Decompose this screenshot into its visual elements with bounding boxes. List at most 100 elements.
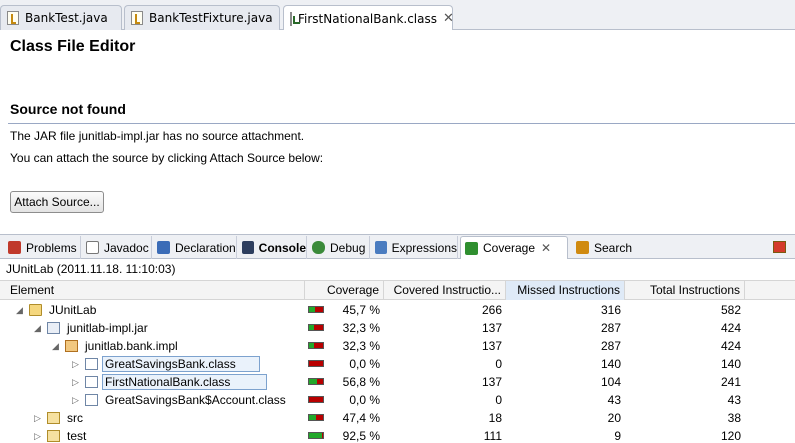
expressions-icon bbox=[375, 241, 387, 254]
covered-value: 0 bbox=[495, 393, 502, 407]
tab-coverage[interactable]: Coverage ✕ bbox=[460, 236, 568, 259]
tab-label: Javadoc bbox=[104, 240, 149, 255]
missed-value: 20 bbox=[607, 411, 621, 425]
coverage-table-header: Element Coverage Covered Instructio... M… bbox=[0, 280, 795, 300]
at-icon bbox=[86, 241, 99, 254]
coverage-value: 32,3 % bbox=[342, 339, 380, 353]
total-value: 424 bbox=[720, 321, 741, 335]
expand-twisty-icon[interactable]: ▷ bbox=[72, 373, 79, 391]
close-icon[interactable]: ✕ bbox=[443, 11, 454, 26]
column-total-instructions[interactable]: Total Instructions bbox=[625, 281, 745, 300]
class-file-icon bbox=[85, 376, 98, 388]
tab-problems[interactable]: Problems bbox=[4, 236, 81, 259]
table-row[interactable]: ▷ GreatSavingsBank$Account.class 0,0 % 0 43 4… bbox=[0, 391, 795, 409]
editor-tab-bar: BankTest.java BankTestFixture.java First… bbox=[0, 0, 795, 31]
expand-twisty-icon[interactable]: ◢ bbox=[16, 301, 23, 319]
tab-console[interactable]: Console bbox=[238, 236, 307, 259]
tab-search[interactable]: Search bbox=[572, 236, 638, 259]
expand-twisty-icon[interactable]: ◢ bbox=[52, 337, 59, 355]
tab-banktestfixture-java[interactable]: BankTestFixture.java bbox=[124, 5, 280, 30]
covered-value: 137 bbox=[481, 321, 502, 335]
tab-firstnationalbank-class[interactable]: FirstNationalBank.class ✕ bbox=[283, 5, 454, 31]
class-file-icon bbox=[85, 394, 98, 406]
expand-twisty-icon[interactable]: ▷ bbox=[72, 355, 79, 373]
expand-twisty-icon[interactable]: ▷ bbox=[72, 391, 79, 409]
tab-banktest-java[interactable]: BankTest.java bbox=[0, 5, 122, 30]
tab-label: Expressions bbox=[391, 240, 457, 255]
missed-value: 287 bbox=[600, 339, 621, 353]
tab-debug[interactable]: Debug bbox=[308, 236, 370, 259]
expand-twisty-icon[interactable]: ▷ bbox=[34, 427, 41, 443]
coverage-value: 47,4 % bbox=[342, 411, 380, 425]
close-icon[interactable]: ✕ bbox=[541, 241, 551, 255]
expand-twisty-icon[interactable]: ▷ bbox=[34, 409, 41, 427]
search-icon bbox=[576, 241, 589, 254]
message-line-1: The JAR file junitlab-impl.jar has no so… bbox=[10, 129, 305, 143]
tab-label: FirstNationalBank.class bbox=[298, 11, 438, 26]
column-missed-instructions[interactable]: Missed Instructions bbox=[506, 281, 625, 300]
package-icon bbox=[65, 340, 78, 352]
total-value: 582 bbox=[720, 303, 741, 317]
class-file-icon bbox=[85, 358, 98, 370]
view-tab-bar: Problems Javadoc Declaration Console Deb… bbox=[0, 234, 795, 259]
column-element[interactable]: Element bbox=[0, 281, 305, 300]
tab-label: Console bbox=[258, 240, 306, 255]
total-value: 424 bbox=[720, 339, 741, 353]
java-file-icon bbox=[7, 11, 19, 25]
element-name: junitlab.bank.impl bbox=[85, 339, 178, 353]
covered-value: 111 bbox=[483, 429, 502, 443]
tab-label: BankTest.java bbox=[25, 11, 108, 25]
tab-label: BankTestFixture.java bbox=[149, 11, 273, 25]
covered-value: 18 bbox=[488, 411, 502, 425]
table-row[interactable]: ▷ test 92,5 % 111 9 120 bbox=[0, 427, 795, 443]
table-row[interactable]: ▷ GreatSavingsBank.class 0,0 % 0 140 140 bbox=[0, 355, 795, 373]
java-file-icon bbox=[131, 11, 143, 25]
column-coverage[interactable]: Coverage bbox=[305, 281, 384, 300]
table-row[interactable]: ▷ src 47,4 % 18 20 38 bbox=[0, 409, 795, 427]
element-name: test bbox=[67, 429, 87, 443]
covered-value: 266 bbox=[481, 303, 502, 317]
element-name: junitlab-impl.jar bbox=[67, 321, 148, 335]
table-row[interactable]: ◢ junitlab.bank.impl 32,3 % 137 287 424 bbox=[0, 337, 795, 355]
class-file-editor: Class File Editor Source not found The J… bbox=[0, 30, 795, 230]
coverage-value: 32,3 % bbox=[342, 321, 380, 335]
tab-label: Debug bbox=[330, 240, 366, 255]
jar-icon bbox=[47, 322, 60, 334]
tab-label: Declaration bbox=[175, 240, 236, 255]
table-row[interactable]: ▷ FirstNationalBank.class 56,8 % 137 104 241 bbox=[0, 373, 795, 391]
section-divider bbox=[8, 123, 795, 124]
missed-value: 9 bbox=[614, 429, 621, 443]
coverage-icon bbox=[465, 241, 478, 255]
covered-value: 0 bbox=[495, 357, 502, 371]
attach-source-button[interactable]: Attach Source... bbox=[10, 191, 104, 213]
table-row[interactable]: ◢ junitlab-impl.jar 32,3 % 137 287 424 bbox=[0, 319, 795, 337]
tab-label: Search bbox=[594, 240, 633, 255]
project-icon bbox=[29, 304, 42, 316]
covered-value: 137 bbox=[481, 375, 502, 389]
missed-value: 140 bbox=[600, 357, 621, 371]
coverage-value: 45,7 % bbox=[342, 303, 380, 317]
debug-icon bbox=[312, 241, 325, 254]
view-toolbar-icon[interactable] bbox=[773, 241, 786, 253]
coverage-value: 0,0 % bbox=[349, 357, 380, 371]
source-folder-icon bbox=[47, 412, 60, 424]
tab-label: Coverage bbox=[483, 241, 536, 255]
coverage-value: 0,0 % bbox=[349, 393, 380, 407]
expand-twisty-icon[interactable]: ◢ bbox=[34, 319, 41, 337]
coverage-value: 92,5 % bbox=[342, 429, 380, 443]
total-value: 43 bbox=[727, 393, 741, 407]
tab-expressions[interactable]: Expressions bbox=[371, 236, 458, 259]
column-covered-instructions[interactable]: Covered Instructio... bbox=[384, 281, 506, 300]
total-value: 241 bbox=[720, 375, 741, 389]
missed-value: 43 bbox=[607, 393, 621, 407]
source-folder-icon bbox=[47, 430, 60, 442]
class-file-icon bbox=[290, 11, 300, 26]
tab-javadoc[interactable]: Javadoc bbox=[82, 236, 152, 259]
element-name: src bbox=[67, 411, 83, 425]
missed-value: 287 bbox=[600, 321, 621, 335]
console-icon bbox=[242, 241, 254, 254]
table-row[interactable]: ◢ JUnitLab 45,7 % 266 316 582 bbox=[0, 301, 795, 319]
missed-value: 104 bbox=[600, 375, 621, 389]
section-title: Source not found bbox=[10, 101, 126, 117]
tab-declaration[interactable]: Declaration bbox=[153, 236, 237, 259]
